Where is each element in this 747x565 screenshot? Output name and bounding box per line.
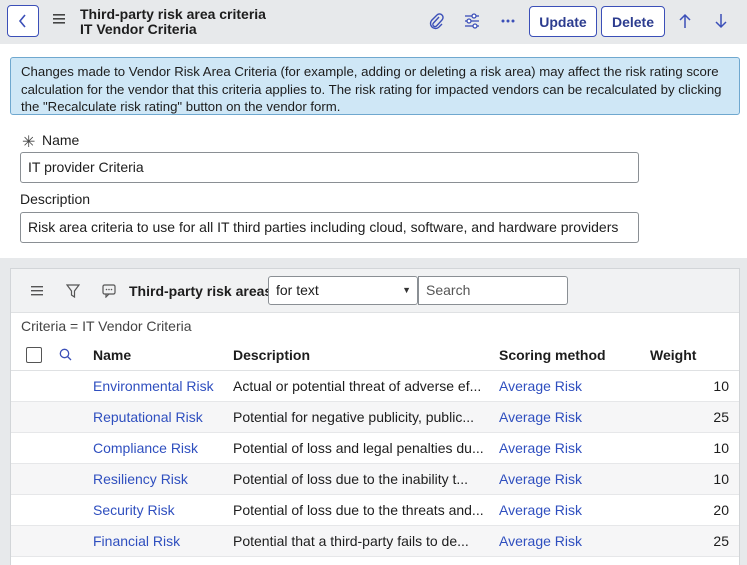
search-field-select[interactable]: for text ▼	[268, 276, 418, 305]
info-message: Changes made to Vendor Risk Area Criteri…	[10, 57, 740, 115]
select-all-checkbox[interactable]	[26, 347, 42, 363]
list-toolbar: Third-party risk areas for text ▼ Search	[11, 269, 739, 313]
scoring-method-link[interactable]: Average Risk	[499, 471, 582, 487]
risk-area-description: Potential of loss due to the inability t…	[233, 471, 469, 487]
chat-icon[interactable]	[100, 283, 118, 299]
scoring-method-link[interactable]: Average Risk	[499, 378, 582, 394]
risk-areas-list: Third-party risk areas for text ▼ Search…	[10, 268, 740, 565]
delete-button[interactable]: Delete	[601, 6, 665, 37]
risk-area-name-link[interactable]: Compliance Risk	[93, 440, 198, 456]
page-title: Third-party risk area criteria	[80, 6, 266, 22]
name-label: Name	[42, 132, 80, 148]
scoring-method-link[interactable]: Average Risk	[499, 440, 582, 456]
risk-area-name-link[interactable]: Security Risk	[93, 502, 175, 518]
table-row: Resiliency Risk Potential of loss due to…	[11, 464, 739, 495]
mandatory-icon: ✳	[22, 134, 36, 151]
weight-value: 10	[713, 440, 729, 456]
form-header: Third-party risk area criteria IT Vendor…	[0, 0, 747, 44]
weight-value: 25	[713, 409, 729, 425]
back-button[interactable]	[7, 5, 39, 37]
weight-value: 10	[713, 471, 729, 487]
paperclip-icon[interactable]	[427, 12, 445, 30]
weight-value: 10	[713, 378, 729, 394]
arrow-down-icon[interactable]	[712, 12, 730, 30]
table-row: Financial Risk Potential that a third-pa…	[11, 526, 739, 557]
description-field[interactable]: Risk area criteria to use for all IT thi…	[20, 212, 639, 243]
chevron-down-icon: ▼	[402, 285, 411, 295]
risk-area-name-link[interactable]: Reputational Risk	[93, 409, 203, 425]
sliders-icon[interactable]	[463, 12, 481, 30]
select-value: for text	[276, 282, 319, 298]
scoring-method-link[interactable]: Average Risk	[499, 409, 582, 425]
weight-value: 20	[713, 502, 729, 518]
update-button[interactable]: Update	[529, 6, 597, 37]
risk-area-description: Potential for negative publicity, public…	[233, 409, 474, 425]
column-header-description[interactable]: Description	[233, 347, 310, 363]
ellipsis-icon[interactable]	[499, 12, 517, 30]
hamburger-icon[interactable]	[53, 13, 67, 25]
risk-area-description: Actual or potential threat of adverse ef…	[233, 378, 482, 394]
scoring-method-link[interactable]: Average Risk	[499, 533, 582, 549]
risk-area-name-link[interactable]: Environmental Risk	[93, 378, 214, 394]
search-icon[interactable]	[59, 348, 72, 364]
form-title: Third-party risk area criteria IT Vendor…	[80, 6, 266, 36]
column-header-name[interactable]: Name	[93, 347, 131, 363]
table-row: Reputational Risk Potential for negative…	[11, 402, 739, 433]
weight-value: 25	[713, 533, 729, 549]
list-menu-icon[interactable]	[28, 283, 46, 299]
risk-area-description: Potential of loss due to the threats and…	[233, 502, 484, 518]
risk-area-description: Potential of loss and legal penalties du…	[233, 440, 484, 456]
risk-area-name-link[interactable]: Resiliency Risk	[93, 471, 188, 487]
chevron-left-icon	[18, 14, 26, 28]
table-row: Compliance Risk Potential of loss and le…	[11, 433, 739, 464]
description-label: Description	[20, 191, 91, 207]
column-header-scoring-method[interactable]: Scoring method	[499, 347, 606, 363]
record-subtitle: IT Vendor Criteria	[80, 21, 197, 37]
table-header: Name Description Scoring method Weight	[11, 340, 739, 371]
risk-area-name-link[interactable]: Financial Risk	[93, 533, 180, 549]
search-input[interactable]: Search	[418, 276, 568, 305]
risk-area-description: Potential that a third-party fails to de…	[233, 533, 469, 549]
list-title: Third-party risk areas	[129, 283, 273, 299]
scoring-method-link[interactable]: Average Risk	[499, 502, 582, 518]
name-field[interactable]: IT provider Criteria	[20, 152, 639, 183]
arrow-up-icon[interactable]	[676, 12, 694, 30]
funnel-icon[interactable]	[64, 283, 82, 299]
column-header-weight[interactable]: Weight	[650, 347, 696, 363]
table-row: Security Risk Potential of loss due to t…	[11, 495, 739, 526]
breadcrumb[interactable]: Criteria = IT Vendor Criteria	[21, 318, 192, 334]
table-row: Environmental Risk Actual or potential t…	[11, 371, 739, 402]
